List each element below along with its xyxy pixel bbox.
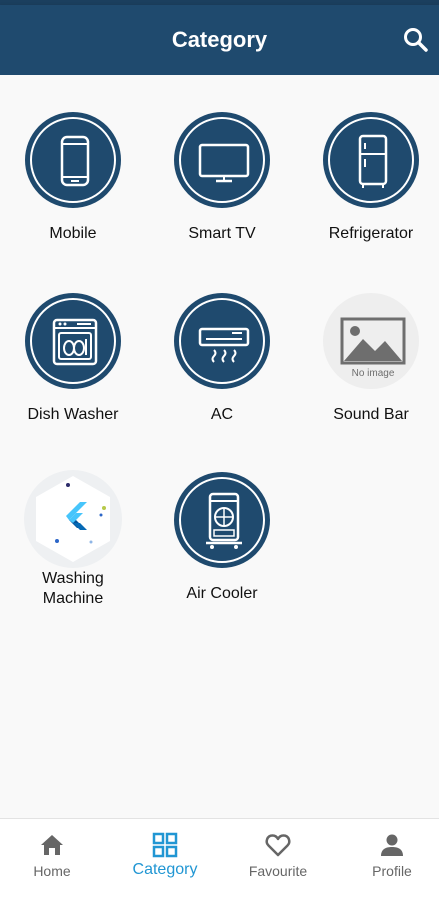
- category-label: Mobile: [49, 225, 97, 242]
- category-grid: Mobile Smart TV Refrigerator Dish Washer…: [0, 75, 439, 818]
- flutter-logo-icon: [36, 476, 110, 562]
- app-bar: Category: [0, 5, 439, 75]
- bottom-navigation: Home Category Favourite Profile: [0, 818, 439, 901]
- refrigerator-icon: [358, 134, 388, 188]
- dishwasher-icon: [52, 318, 98, 366]
- nav-profile-label: Profile: [372, 863, 412, 879]
- nav-category-label: Category: [132, 861, 198, 878]
- air-cooler-icon: [206, 492, 242, 549]
- category-sound-bar[interactable]: No image Sound Bar: [298, 293, 439, 433]
- air-conditioner-icon: [198, 327, 250, 363]
- category-smart-tv[interactable]: Smart TV: [149, 112, 295, 252]
- nav-category[interactable]: Category: [110, 819, 220, 891]
- category-icon-circle: [174, 472, 270, 568]
- category-icon-circle: [25, 112, 121, 208]
- category-mobile[interactable]: Mobile: [0, 112, 146, 252]
- nav-favourite-label: Favourite: [248, 863, 308, 879]
- category-label: Washing Machine: [42, 570, 104, 607]
- category-icon-circle: [25, 293, 121, 389]
- category-icon-circle: No image: [323, 293, 419, 389]
- category-label: Sound Bar: [333, 406, 409, 423]
- category-icon-circle: [323, 112, 419, 208]
- category-label: AC: [210, 406, 234, 423]
- search-icon: [404, 28, 428, 52]
- home-icon: [41, 835, 63, 855]
- nav-home[interactable]: Home: [0, 819, 107, 891]
- heart-icon: [265, 834, 291, 857]
- category-label: Dish Washer: [27, 406, 119, 423]
- mobile-phone-icon: [60, 135, 90, 187]
- category-label: Smart TV: [188, 225, 256, 242]
- category-icon-circle: [174, 112, 270, 208]
- category-air-cooler[interactable]: Air Cooler: [149, 472, 295, 612]
- page-title: Category: [171, 27, 268, 52]
- search-button[interactable]: [401, 25, 431, 55]
- category-icon-circle: [24, 470, 122, 568]
- nav-home-label: Home: [33, 863, 71, 879]
- grid-icon: [152, 832, 178, 858]
- category-ac[interactable]: AC: [149, 293, 295, 433]
- category-label: Refrigerator: [328, 225, 414, 242]
- placeholder-image-icon: No image: [340, 317, 406, 379]
- category-washing-machine[interactable]: Washing Machine: [0, 470, 146, 610]
- person-icon: [381, 834, 403, 856]
- category-label: Air Cooler: [186, 585, 258, 602]
- nav-profile[interactable]: Profile: [337, 819, 439, 891]
- svg-text:No image: No image: [352, 368, 395, 379]
- nav-favourite[interactable]: Favourite: [223, 819, 333, 891]
- tv-icon: [198, 143, 250, 183]
- category-refrigerator[interactable]: Refrigerator: [298, 112, 439, 252]
- category-icon-circle: [174, 293, 270, 389]
- category-dish-washer[interactable]: Dish Washer: [0, 293, 146, 433]
